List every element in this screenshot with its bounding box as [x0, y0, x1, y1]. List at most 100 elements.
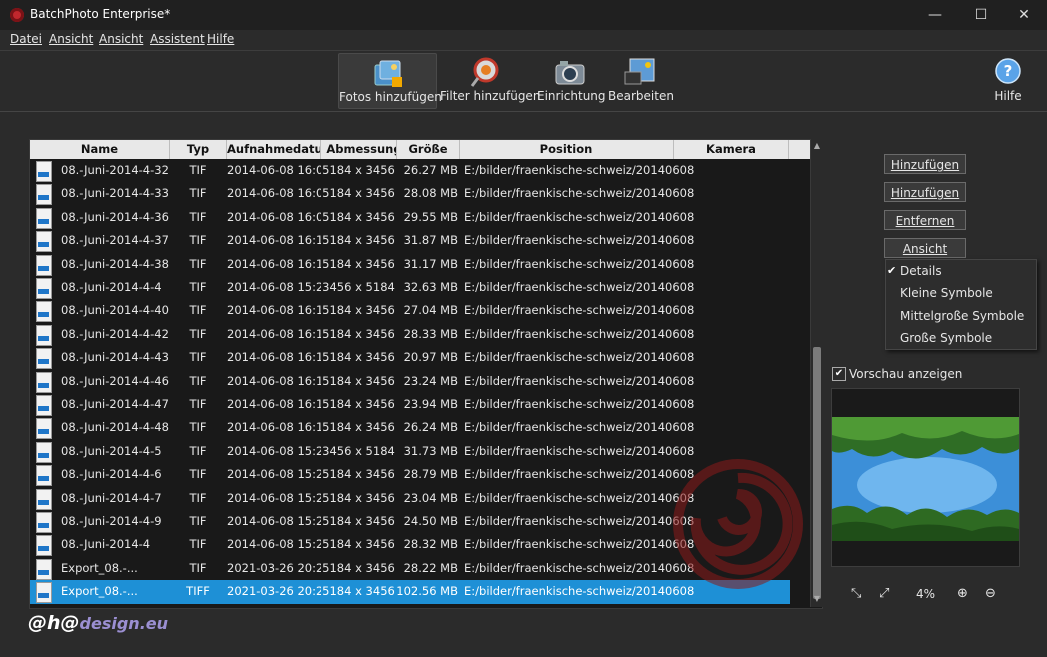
view-option-small-icons[interactable]: Kleine Symbole: [900, 286, 993, 300]
remove-button[interactable]: Entfernen: [884, 210, 966, 230]
tif-file-icon: [36, 348, 52, 370]
cell-name: 08.-Juni-2014-4-9: [61, 514, 162, 528]
table-row[interactable]: 08.-Juni-2014-4-38 TIF 2014-06-08 16:10 518…: [30, 253, 790, 276]
preview-checkbox[interactable]: ✔: [832, 367, 846, 381]
tif-file-icon: [36, 558, 52, 580]
table-row[interactable]: 08.-Juni-2014-4-36 TIF 2014-06-08 16:07 518…: [30, 206, 790, 229]
process-button[interactable]: Bearbeiten: [608, 53, 674, 107]
help-label: Hilfe: [994, 89, 1022, 103]
tif-file-icon: [36, 254, 52, 276]
cell-date: 2014-06-08 16:05: [227, 186, 321, 201]
zoom-out-icon[interactable]: ⊖: [985, 586, 996, 601]
preview-checkbox-label[interactable]: Vorschau anzeigen: [849, 367, 962, 381]
cell-name: 08.-Juni-2014-4-46: [61, 373, 169, 388]
table-row[interactable]: 08.-Juni-2014-4-32 TIF 2014-06-08 16:03 518…: [30, 159, 790, 182]
scroll-up-icon[interactable]: ▲: [812, 141, 822, 151]
setup-button[interactable]: Einrichtung: [537, 53, 606, 107]
cell-dim: 5184 x 3456: [322, 163, 395, 177]
table-row[interactable]: 08.-Juni-2014-4-33 TIF 2014-06-08 16:05 518…: [30, 182, 790, 206]
cell-size: 23.04 MB: [403, 490, 458, 505]
help-button[interactable]: ? Hilfe: [986, 53, 1030, 107]
help-icon: ?: [995, 58, 1021, 84]
cell-pos: E:/bilder/fraenkische-schweiz/20140608/t…: [464, 514, 694, 528]
table-row[interactable]: 08.-Juni-2014-4-46 TIF 2014-06-08 16:17 518…: [30, 370, 790, 393]
cell-pos: E:/bilder/fraenkische-schweiz/20140608/t…: [464, 373, 694, 388]
menu-hilfe[interactable]: Hilfe: [207, 32, 234, 46]
cell-size: 102.56 MB: [396, 584, 458, 599]
cell-date: 2014-06-08 16:03: [227, 163, 321, 177]
table-row[interactable]: 08.-Juni-2014-4-42 TIF 2014-06-08 16:14 518…: [30, 323, 790, 346]
cell-type: TIF: [189, 303, 207, 318]
column-size[interactable]: Größe: [396, 140, 460, 159]
column-date[interactable]: Aufnahmedatum: [227, 140, 321, 159]
add-folder-button[interactable]: Hinzufügen: [884, 182, 966, 202]
table-row[interactable]: 08.-Juni-2014-4-37 TIF 2014-06-08 16:10 518…: [30, 229, 790, 253]
table-row[interactable]: 08.-Juni-2014-4-40 TIF 2014-06-08 16:11 518…: [30, 299, 790, 323]
list-scrollbar[interactable]: ▲ ▼: [810, 139, 823, 607]
cell-size: 28.33 MB: [403, 326, 458, 341]
close-button[interactable]: ✕: [1001, 0, 1047, 30]
view-button[interactable]: Ansicht: [884, 238, 966, 258]
cell-dim: 5184 x 3456: [322, 350, 395, 365]
table-row[interactable]: 08.-Juni-2014-4-43 TIF 2014-06-08 16:16 518…: [30, 346, 790, 370]
cell-date: 2014-06-08 16:17: [227, 373, 321, 388]
process-label: Bearbeiten: [608, 89, 674, 103]
view-option-medium-icons[interactable]: Mittelgroße Symbole: [900, 309, 1024, 323]
maximize-button[interactable]: ☐: [958, 0, 1004, 30]
cell-date: 2014-06-08 16:18: [227, 397, 321, 411]
cell-dim: 5184 x 3456: [322, 490, 395, 505]
tif-file-icon: [36, 395, 52, 416]
add-button[interactable]: Hinzufügen: [884, 154, 966, 174]
menu-datei[interactable]: Datei: [10, 32, 42, 46]
cell-pos: E:/bilder/fraenkische-schweiz/20140608/t…: [464, 350, 694, 365]
minimize-button[interactable]: —: [912, 0, 958, 30]
scroll-down-icon[interactable]: ▼: [812, 594, 822, 604]
column-position[interactable]: Position: [459, 140, 674, 159]
cell-name: Export_08.-...: [61, 560, 138, 575]
menu-bar: Datei Ansicht Ansicht Assistent Hilfe: [0, 30, 1047, 51]
fullsize-icon[interactable]: ⤢: [879, 586, 889, 601]
add-filter-label: Filter hinzufügen: [440, 89, 541, 103]
app-icon: [10, 8, 24, 22]
view-dropdown-menu: ✔ Details Kleine Symbole Mittelgroße Sym…: [885, 259, 1037, 350]
preview-pane: [831, 388, 1020, 567]
add-photos-button[interactable]: Fotos hinzufügen: [338, 53, 442, 109]
toolbar: Fotos hinzufügen Filter hinzufügen Einri…: [0, 51, 1047, 112]
cell-dim: 5184 x 3456: [322, 397, 395, 411]
cell-name: 08.-Juni-2014-4: [61, 537, 151, 552]
column-camera[interactable]: Kamera: [674, 140, 789, 159]
cell-pos: E:/bilder/fraenkische-schweiz/20140608/t…: [464, 443, 694, 458]
cell-type: TIF: [189, 326, 207, 341]
column-name[interactable]: Name: [30, 140, 170, 159]
column-type[interactable]: Typ: [170, 140, 227, 159]
tif-file-icon: [36, 207, 52, 229]
cell-size: 23.94 MB: [403, 397, 458, 411]
zoom-in-icon[interactable]: ⊕: [957, 586, 968, 601]
cell-pos: E:/bilder/fraenkische-schweiz/20140608/t…: [464, 467, 694, 482]
view-option-details[interactable]: ✔ Details: [887, 264, 942, 278]
cell-pos: E:/bilder/fraenkische-schweiz/20140608/t…: [464, 326, 694, 341]
fit-icon[interactable]: ⤡: [851, 586, 861, 601]
add-filter-button[interactable]: Filter hinzufügen: [440, 53, 541, 107]
tif-file-icon: [36, 488, 52, 510]
table-row[interactable]: 08.-Juni-2014-4-48 TIF 2014-06-08 16:18 518…: [30, 416, 790, 440]
check-icon: ✔: [887, 264, 897, 277]
cell-dim: 5184 x 3456: [322, 256, 395, 271]
cell-dim: 5184 x 3456: [322, 467, 395, 482]
menu-ansicht-2[interactable]: Ansicht: [99, 32, 143, 46]
view-option-large-icons[interactable]: Große Symbole: [900, 331, 992, 345]
cell-name: 08.-Juni-2014-4-5: [61, 443, 162, 458]
cell-type: TIF: [189, 256, 207, 271]
cell-dim: 5184 x 3456: [322, 537, 395, 552]
file-list[interactable]: Name Typ Aufnahmedatum Abmessungen Größe…: [29, 139, 823, 609]
tif-file-icon: [36, 465, 52, 487]
preview-image: [832, 389, 1019, 566]
menu-assistent[interactable]: Assistent: [150, 32, 205, 46]
table-row[interactable]: 08.-Juni-2014-4-47 TIF 2014-06-08 16:18 518…: [30, 393, 790, 416]
scroll-thumb[interactable]: [813, 347, 821, 599]
cell-name: 08.-Juni-2014-4-36: [61, 209, 169, 224]
tif-file-icon: [36, 324, 52, 346]
table-row[interactable]: 08.-Juni-2014-4-4 TIF 2014-06-08 15:22 3456…: [30, 276, 790, 299]
menu-ansicht[interactable]: Ansicht: [49, 32, 93, 46]
cell-size: 23.24 MB: [403, 373, 458, 388]
